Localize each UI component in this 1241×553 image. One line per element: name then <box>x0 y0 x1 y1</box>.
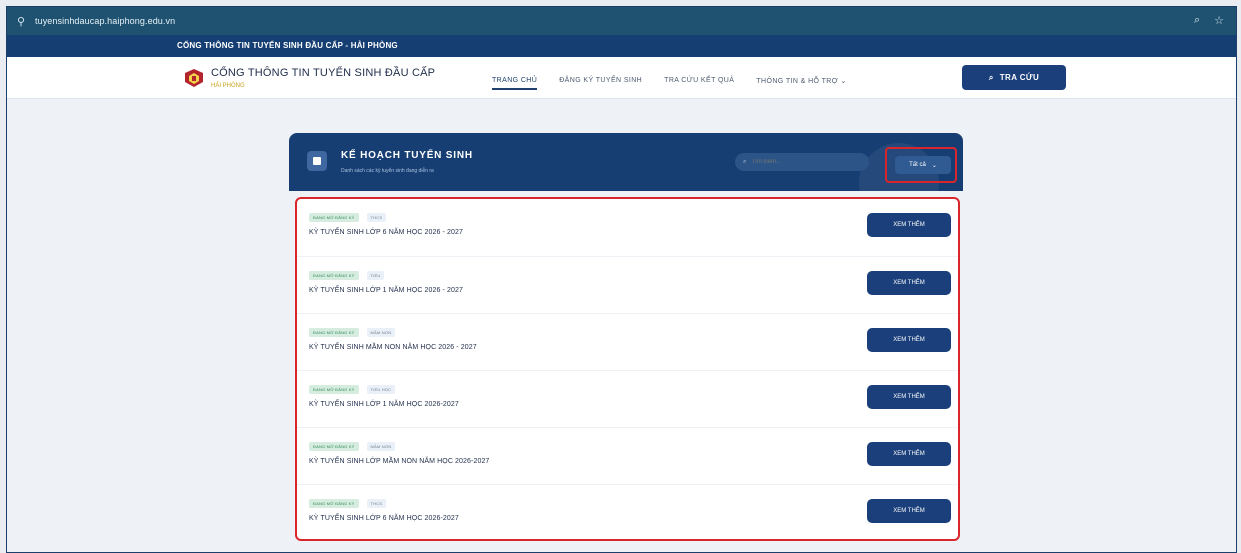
list-item: ĐANG MỞ ĐĂNG KÝ TIỂU HỌC KỲ TUYỂN SINH L… <box>297 370 958 427</box>
list-item: ĐANG MỞ ĐĂNG KÝ TIỂU KỲ TUYỂN SINH LỚP 1… <box>297 256 958 313</box>
panel-subtitle: Danh sách các kỳ tuyển sinh đang diễn ra <box>341 168 434 174</box>
item-title: KỲ TUYỂN SINH MẦM NON NĂM HỌC 2026 - 202… <box>309 344 477 351</box>
plan-list: ĐANG MỞ ĐĂNG KÝ THCS KỲ TUYỂN SINH LỚP 6… <box>295 197 960 541</box>
calendar-icon <box>307 151 327 171</box>
list-item: ĐANG MỞ ĐĂNG KÝ MẦM NON KỲ TUYỂN SINH LỚ… <box>297 427 958 484</box>
level-badge: MẦM NON <box>366 442 396 451</box>
top-strip: CỔNG THÔNG TIN TUYỂN SINH ĐẦU CẤP - HẢI … <box>7 35 1236 57</box>
search-icon: ⌕ <box>988 72 994 82</box>
view-more-button[interactable]: XEM THÊM <box>867 385 951 409</box>
view-more-button[interactable]: XEM THÊM <box>867 499 951 523</box>
status-badge: ĐANG MỞ ĐĂNG KÝ <box>309 499 359 508</box>
view-more-button[interactable]: XEM THÊM <box>867 271 951 295</box>
level-badge: TIỂU HỌC <box>366 385 396 394</box>
browser-address-bar: ⚲ tuyensinhdaucap.haiphong.edu.vn ⌕ ☆ <box>7 7 1236 35</box>
zoom-icon[interactable]: ⌕ <box>1194 14 1200 27</box>
plan-search-input[interactable] <box>751 159 842 165</box>
brand-title[interactable]: CỔNG THÔNG TIN TUYỂN SINH ĐẦU CẤP <box>211 67 435 79</box>
list-item: ĐANG MỞ ĐĂNG KÝ THCS KỲ TUYỂN SINH LỚP 6… <box>297 199 958 256</box>
bookmark-star-icon[interactable]: ☆ <box>1214 14 1224 27</box>
item-title: KỲ TUYỂN SINH LỚP 1 NĂM HỌC 2026 - 2027 <box>309 287 463 294</box>
status-badge: ĐANG MỞ ĐĂNG KÝ <box>309 328 359 337</box>
level-badge: THCS <box>366 213 387 222</box>
site-info-icon[interactable]: ⚲ <box>17 15 31 28</box>
nav-results[interactable]: TRA CỨU KẾT QUẢ <box>664 77 734 90</box>
status-badge: ĐANG MỞ ĐĂNG KÝ <box>309 213 359 222</box>
panel-title: KẾ HOẠCH TUYỂN SINH <box>341 150 473 161</box>
filter-label: Tất cả <box>909 162 926 168</box>
nav-register[interactable]: ĐĂNG KÝ TUYỂN SINH <box>559 77 642 90</box>
status-badge: ĐANG MỞ ĐĂNG KÝ <box>309 385 359 394</box>
level-badge: TIỂU <box>366 271 385 280</box>
item-title: KỲ TUYỂN SINH LỚP MẦM NON NĂM HỌC 2026-2… <box>309 458 490 465</box>
list-item: ĐANG MỞ ĐĂNG KÝ MẦM NON KỲ TUYỂN SINH MẦ… <box>297 313 958 370</box>
view-more-button[interactable]: XEM THÊM <box>867 328 951 352</box>
address-url[interactable]: tuyensinhdaucap.haiphong.edu.vn <box>35 16 175 26</box>
browser-actions: ⌕ ☆ <box>1194 14 1224 27</box>
lookup-button-label: TRA CỨU <box>999 73 1040 82</box>
item-title: KỲ TUYỂN SINH LỚP 1 NĂM HỌC 2026-2027 <box>309 401 459 408</box>
search-icon: ⌕ <box>743 158 747 165</box>
view-more-button[interactable]: XEM THÊM <box>867 442 951 466</box>
top-strip-text: CỔNG THÔNG TIN TUYỂN SINH ĐẦU CẤP - HẢI … <box>177 41 398 50</box>
chevron-down-icon: ⌄ <box>931 162 937 169</box>
level-badge: MẦM NON <box>366 328 396 337</box>
plan-search-box[interactable]: ⌕ <box>735 153 869 171</box>
browser-window: ⚲ tuyensinhdaucap.haiphong.edu.vn ⌕ ☆ CỔ… <box>6 6 1237 553</box>
filter-highlight: Tất cả ⌄ <box>885 147 957 183</box>
status-badge: ĐANG MỞ ĐĂNG KÝ <box>309 442 359 451</box>
portal-logo-icon[interactable] <box>183 67 205 89</box>
status-badge: ĐANG MỞ ĐĂNG KÝ <box>309 271 359 280</box>
level-badge: THCS <box>366 499 387 508</box>
nav-home[interactable]: TRANG CHỦ <box>492 77 538 90</box>
list-item: ĐANG MỞ ĐĂNG KÝ THCS KỲ TUYỂN SINH LỚP 6… <box>297 484 958 539</box>
nav-support[interactable]: THÔNG TIN & HỖ TRỢ ⌄ <box>756 77 846 90</box>
plan-panel-header: KẾ HOẠCH TUYỂN SINH Danh sách các kỳ tuy… <box>289 133 963 191</box>
main-nav: TRANG CHỦ ĐĂNG KÝ TUYỂN SINH TRA CỨU KẾT… <box>492 77 869 90</box>
lookup-button[interactable]: ⌕ TRA CỨU <box>962 65 1066 90</box>
item-title: KỲ TUYỂN SINH LỚP 6 NĂM HỌC 2026 - 2027 <box>309 229 463 236</box>
filter-dropdown[interactable]: Tất cả ⌄ <box>895 156 951 174</box>
view-more-button[interactable]: XEM THÊM <box>867 213 951 237</box>
site-header: CỔNG THÔNG TIN TUYỂN SINH ĐẦU CẤP HẢI PH… <box>7 57 1236 99</box>
brand-subtitle: HẢI PHÒNG <box>211 83 245 89</box>
item-title: KỲ TUYỂN SINH LỚP 6 NĂM HỌC 2026-2027 <box>309 515 459 522</box>
